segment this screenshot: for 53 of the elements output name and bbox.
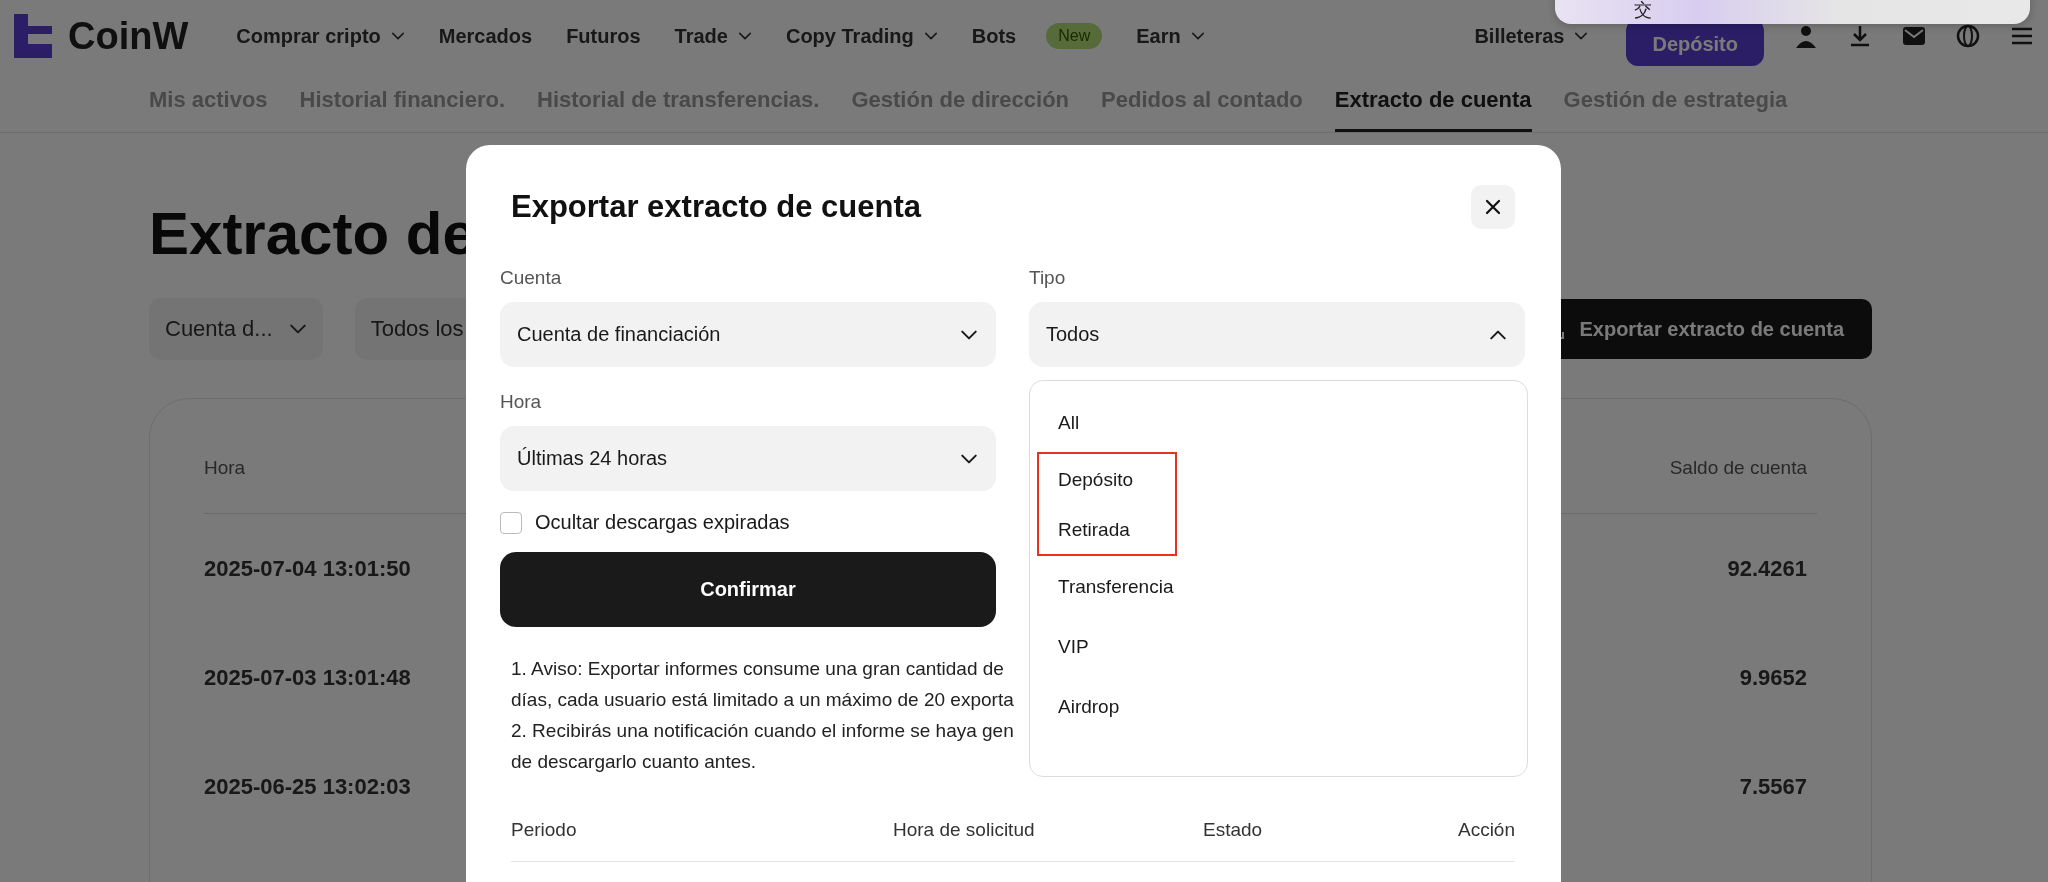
- wallet-menu[interactable]: Billeteras: [1474, 24, 1589, 48]
- download-icon[interactable]: [1848, 24, 1872, 48]
- nav-link[interactable]: Copy Trading: [785, 24, 938, 48]
- dropdown-option[interactable]: VIP: [1030, 616, 1527, 676]
- nav-link[interactable]: Trade: [674, 24, 752, 48]
- confirm-button[interactable]: Confirmar: [500, 552, 996, 627]
- brand-name: CoinW: [68, 14, 189, 58]
- dropdown-option[interactable]: All: [1030, 392, 1527, 452]
- nav-link[interactable]: Comprar cripto: [236, 24, 405, 48]
- column-header: Hora: [204, 457, 246, 479]
- field-label: Cuenta: [500, 267, 563, 289]
- column-header: Acción: [1457, 819, 1515, 841]
- column-header: Hora de solicitud: [893, 819, 1036, 841]
- logo-icon: [14, 14, 52, 58]
- table-cell: 92.4261: [1727, 555, 1807, 582]
- dialog-title: Exportar extracto de cuenta: [511, 189, 922, 225]
- nav-link[interactable]: Earn: [1136, 24, 1205, 48]
- nav-link[interactable]: Futuros: [566, 24, 641, 48]
- select-field[interactable]: Todos: [1029, 302, 1525, 367]
- table-cell: 2025-07-04 13:01:50: [204, 555, 411, 582]
- field-label: Hora: [500, 391, 543, 413]
- subnav-tab[interactable]: Extracto de cuenta: [1334, 70, 1532, 132]
- checkbox-label: Ocultar descargas expiradas: [535, 511, 790, 534]
- table-cell: 2025-07-03 13:01:48: [204, 664, 411, 691]
- table-cell: 7.5567: [1739, 773, 1807, 800]
- new-badge: New: [1046, 23, 1103, 49]
- nav-link[interactable]: Mercados: [438, 24, 533, 48]
- notice-text: 2. Recibirás una notificación cuando el informe se haya gen: [511, 719, 1014, 743]
- notice-text: de descargarlo cuanto antes.: [511, 750, 757, 774]
- popup-text: 交: [1634, 0, 1652, 20]
- notice-text: días, cada usuario está limitado a un máximo de 20 exporta: [511, 688, 1014, 712]
- field-label: Tipo: [1029, 267, 1067, 289]
- select-field[interactable]: Últimas 24 horas: [500, 426, 996, 491]
- close-button[interactable]: [1471, 185, 1515, 229]
- close-icon: [1484, 198, 1502, 216]
- nav-link[interactable]: Bots: [971, 24, 1017, 48]
- globe-icon[interactable]: [1956, 24, 1980, 48]
- column-header: Periodo: [511, 819, 578, 841]
- dropdown-option[interactable]: Retirada: [1039, 504, 1175, 554]
- filter-dropdown[interactable]: Cuenta d...: [149, 298, 323, 360]
- menu-icon[interactable]: [2010, 26, 2034, 46]
- dropdown-option[interactable]: Transferencia: [1030, 556, 1527, 616]
- column-header: Saldo de cuenta: [1669, 457, 1807, 479]
- column-header: Estado: [1203, 819, 1264, 841]
- mail-icon[interactable]: [1902, 25, 1926, 47]
- notice-text: 1. Aviso: Exportar informes consume una gran cantidad de: [511, 657, 1004, 681]
- dropdown-option[interactable]: Depósito: [1039, 454, 1175, 504]
- checkbox[interactable]: [500, 511, 522, 534]
- table-cell: 9.9652: [1739, 664, 1807, 691]
- dropdown-option[interactable]: Airdrop: [1030, 676, 1527, 736]
- select-field[interactable]: Cuenta de financiación: [500, 302, 996, 367]
- user-icon[interactable]: [1794, 24, 1818, 48]
- table-cell: 2025-06-25 13:02:03: [204, 773, 411, 800]
